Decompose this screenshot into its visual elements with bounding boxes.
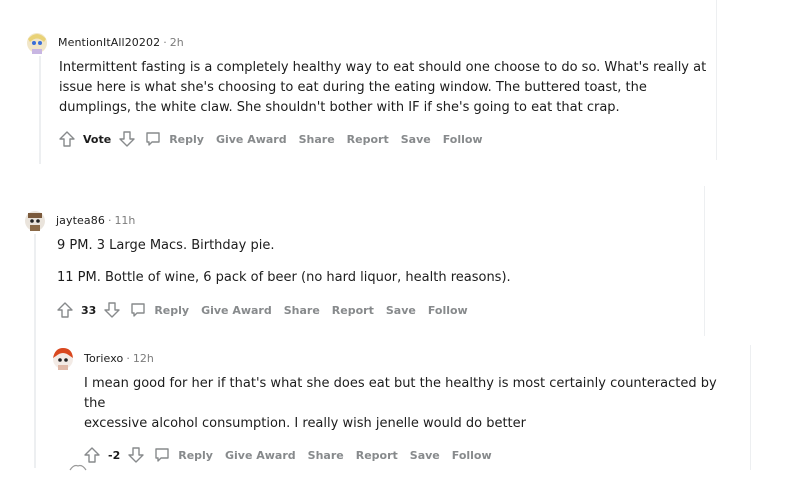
- reply-button[interactable]: Reply: [169, 133, 204, 146]
- downvote-icon[interactable]: [126, 445, 146, 465]
- comment-text-line: dumplings, the white claw. She shouldn't…: [59, 100, 620, 115]
- vote-count: Vote: [83, 132, 112, 146]
- give-award-button[interactable]: Give Award: [201, 304, 272, 317]
- thread-divider: [716, 0, 717, 160]
- comment: Toriexo · 12h I mean good for her if tha…: [50, 346, 730, 467]
- vote-count: -2: [108, 448, 121, 462]
- share-button[interactable]: Share: [299, 133, 335, 146]
- upvote-icon[interactable]: [57, 129, 77, 149]
- vote-count: 33: [81, 303, 97, 317]
- separator: ·: [126, 351, 130, 365]
- thread-divider: [750, 345, 751, 470]
- comment-header: MentionItAll20202 · 2h: [24, 30, 714, 54]
- comment-actions: -2 Reply Give Award Share Report Save Fo…: [82, 443, 730, 467]
- username[interactable]: MentionItAll20202: [58, 36, 160, 49]
- avatar[interactable]: [68, 462, 88, 482]
- comment-text-line: excessive alcohol consumption. I really …: [84, 416, 526, 431]
- comment-bubble-icon[interactable]: [152, 445, 172, 465]
- downvote-icon[interactable]: [117, 129, 137, 149]
- snoo-avatar-icon: [53, 348, 73, 370]
- thread-divider: [704, 186, 705, 336]
- snoo-avatar-icon: [69, 464, 87, 471]
- avatar[interactable]: [24, 29, 50, 55]
- avatar[interactable]: [50, 345, 76, 371]
- comment-text-line: Intermittent fasting is a completely hea…: [59, 60, 707, 75]
- comment-actions: Vote Reply Give Award Share Report Save …: [57, 127, 714, 151]
- timestamp[interactable]: 2h: [170, 36, 184, 49]
- comment-text-line: 9 PM. 3 Large Macs. Birthday pie.: [57, 238, 275, 253]
- report-button[interactable]: Report: [347, 133, 389, 146]
- comment-text-line: I mean good for her if that's what she d…: [84, 376, 717, 411]
- follow-button[interactable]: Follow: [443, 133, 483, 146]
- username[interactable]: Toriexo: [84, 352, 123, 365]
- separator: ·: [107, 213, 112, 227]
- comment-body: Intermittent fasting is a completely hea…: [59, 58, 714, 118]
- comment-body: I mean good for her if that's what she d…: [84, 374, 730, 434]
- downvote-icon[interactable]: [102, 300, 122, 320]
- timestamp[interactable]: 12h: [133, 352, 154, 365]
- give-award-button[interactable]: Give Award: [225, 449, 296, 462]
- comment-actions: 33 Reply Give Award Share Report Save Fo…: [55, 298, 702, 322]
- save-button[interactable]: Save: [410, 449, 440, 462]
- upvote-icon[interactable]: [55, 300, 75, 320]
- give-award-button[interactable]: Give Award: [216, 133, 287, 146]
- follow-button[interactable]: Follow: [452, 449, 492, 462]
- comment-bubble-icon[interactable]: [143, 129, 163, 149]
- timestamp[interactable]: 11h: [114, 214, 135, 227]
- share-button[interactable]: Share: [308, 449, 344, 462]
- comment-text-line: 11 PM. Bottle of wine, 6 pack of beer (n…: [57, 270, 511, 285]
- snoo-avatar-icon: [25, 211, 45, 231]
- comment: jaytea86 · 11h 9 PM. 3 Large Macs. Birth…: [22, 208, 702, 322]
- follow-button[interactable]: Follow: [428, 304, 468, 317]
- separator: ·: [163, 35, 167, 49]
- report-button[interactable]: Report: [332, 304, 374, 317]
- reply-button[interactable]: Reply: [178, 449, 213, 462]
- comment-body: 9 PM. 3 Large Macs. Birthday pie. 11 PM.…: [57, 236, 702, 288]
- comment: MentionItAll20202 · 2h Intermittent fast…: [24, 30, 714, 151]
- comment-header: jaytea86 · 11h: [22, 208, 702, 232]
- reply-button[interactable]: Reply: [154, 304, 189, 317]
- avatar[interactable]: [22, 207, 48, 233]
- username[interactable]: jaytea86: [56, 214, 105, 227]
- share-button[interactable]: Share: [284, 304, 320, 317]
- snoo-avatar-icon: [27, 33, 47, 54]
- report-button[interactable]: Report: [356, 449, 398, 462]
- comment-text-line: issue here is what she's choosing to eat…: [59, 80, 647, 95]
- comment-header: Toriexo · 12h: [50, 346, 730, 370]
- save-button[interactable]: Save: [386, 304, 416, 317]
- save-button[interactable]: Save: [401, 133, 431, 146]
- comment-bubble-icon[interactable]: [128, 300, 148, 320]
